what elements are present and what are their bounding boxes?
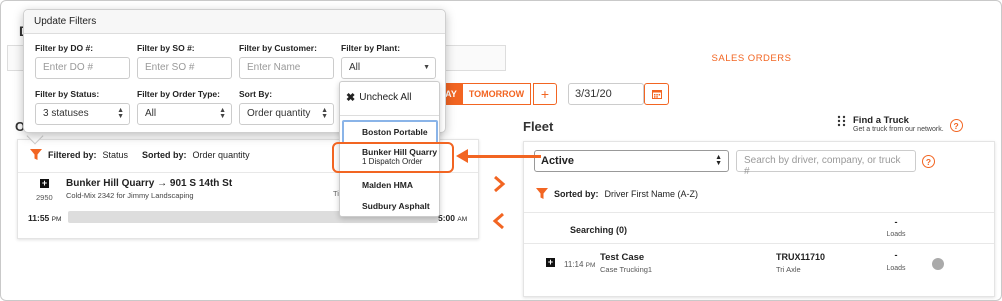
truck-time: 11:14 PM	[564, 260, 595, 269]
grid-icon	[837, 115, 846, 127]
plant-filter-value: All	[349, 62, 361, 73]
customer-filter-label: Filter by Customer:	[239, 43, 317, 53]
searching-loads-label: Loads	[886, 231, 906, 238]
order-number: 2950	[36, 193, 53, 202]
uncheck-all-label: Uncheck All	[359, 92, 412, 103]
caret-down-icon: ▼	[423, 64, 430, 71]
filter-icon[interactable]	[536, 188, 548, 200]
fleet-help-icon[interactable]: ?	[922, 155, 935, 168]
select-arrows-icon: ▲ ▼	[219, 107, 226, 120]
driver-company: Case Trucking1	[600, 265, 653, 274]
customer-filter-input[interactable]: Enter Name	[239, 57, 334, 79]
fleet-sorted-by-value: Driver First Name (A-Z)	[604, 189, 699, 199]
order-end-time: 5:00 AM	[438, 213, 467, 223]
fleet-status-value: Active	[541, 155, 575, 167]
tab-sales-orders[interactable]: SALES ORDERS	[505, 45, 997, 71]
calendar-button[interactable]	[644, 83, 669, 105]
filtered-by-label: Filtered by:	[48, 150, 97, 160]
so-filter: Filter by SO #: Enter SO #	[137, 43, 232, 79]
close-icon: ✖	[346, 92, 356, 104]
calendar-icon	[651, 90, 662, 99]
find-truck-title: Find a Truck	[853, 115, 909, 126]
expand-icon[interactable]: +	[40, 179, 49, 188]
date-input[interactable]: 3/31/20	[568, 83, 644, 105]
driver-name: Test Case	[600, 252, 645, 263]
truck-loads-count: -	[894, 250, 898, 260]
help-icon[interactable]: ?	[949, 119, 963, 132]
searching-loads-count: -	[894, 217, 898, 227]
add-day-button[interactable]: +	[533, 83, 557, 105]
filter-icon[interactable]	[30, 149, 42, 161]
do-filter: Filter by DO #: Enter DO #	[35, 43, 130, 79]
find-truck-link[interactable]: Find a Truck Get a truck from our networ…	[837, 115, 963, 133]
order-start-time: 11:55 PM	[28, 213, 61, 223]
order-type-filter: Filter by Order Type: All ▲ ▼	[137, 89, 232, 125]
start-time-value: 11:55	[28, 213, 50, 223]
plant-filter-label: Filter by Plant:	[341, 43, 401, 53]
order-title: Bunker Hill Quarry → 901 S 14th St	[66, 178, 233, 189]
truck-row[interactable]: + 11:14 PM Test Case Case Trucking1 TRUX…	[524, 246, 994, 286]
so-filter-label: Filter by SO #:	[137, 43, 195, 53]
fleet-sort-summary: Sorted by: Driver First Name (A-Z)	[536, 188, 698, 200]
truck-type: Tri Axle	[776, 265, 801, 274]
order-subtitle: Cold-Mix 2342 for Jimmy Landscaping	[66, 191, 194, 200]
truck-number: TRUX11710	[776, 252, 826, 262]
end-time-ampm: AM	[457, 216, 468, 223]
fleet-title: Fleet	[523, 119, 554, 134]
app-window: D SALES ORDERS AY TOMORROW + 3/31/20 O F…	[0, 0, 1002, 301]
sort-filter-label: Sort By:	[239, 89, 273, 99]
sort-filter-select[interactable]: Order quantity ▲ ▼	[239, 103, 334, 125]
expand-icon[interactable]: +	[546, 258, 555, 267]
truck-time-ampm: PM	[585, 262, 596, 269]
do-filter-label: Filter by DO #:	[35, 43, 94, 53]
highlight-callout	[332, 142, 454, 173]
start-time-ampm: PM	[51, 216, 62, 223]
fleet-panel: Active ▲ ▼ Search by driver, company, or …	[523, 141, 995, 297]
plant-filter-select[interactable]: All ▼	[341, 57, 436, 79]
annotation-arrow-head	[456, 149, 468, 163]
chevron-left-icon[interactable]	[489, 211, 509, 231]
chevron-right-icon[interactable]	[489, 174, 509, 194]
order-type-filter-value: All	[145, 108, 157, 119]
plant-filter: Filter by Plant: All ▼	[341, 43, 436, 79]
tomorrow-button[interactable]: TOMORROW	[463, 83, 531, 105]
day-toggle: AY TOMORROW +	[439, 83, 557, 105]
status-filter-label: Filter by Status:	[35, 89, 100, 99]
plant-option-malden-hma[interactable]: Malden HMA	[340, 180, 441, 190]
uncheck-all-option[interactable]: ✖ Uncheck All	[346, 91, 411, 104]
so-filter-input[interactable]: Enter SO #	[137, 57, 232, 79]
status-filter: Filter by Status: 3 statuses ▲ ▼	[35, 89, 130, 125]
sorted-by-value: Order quantity	[192, 150, 250, 160]
customer-filter: Filter by Customer: Enter Name	[239, 43, 334, 79]
status-dot	[932, 258, 944, 270]
select-arrows-icon: ▲ ▼	[117, 107, 124, 120]
find-truck-text: Find a Truck Get a truck from our networ…	[853, 115, 944, 133]
searching-label: Searching (0)	[570, 225, 628, 235]
do-filter-input[interactable]: Enter DO #	[35, 57, 130, 79]
annotation-arrow-line	[466, 155, 541, 158]
truck-loads-label: Loads	[886, 265, 906, 272]
select-arrows-icon: ▲ ▼	[321, 107, 328, 120]
sort-filter: Sort By: Order quantity ▲ ▼	[239, 89, 334, 125]
plant-option-sudbury-asphalt[interactable]: Sudbury Asphalt	[340, 201, 441, 211]
sorted-by-label: Sorted by:	[142, 150, 187, 160]
filtered-by-value: Status	[102, 150, 129, 160]
fleet-sorted-by-label: Sorted by:	[554, 189, 599, 199]
fleet-status-select[interactable]: Active ▲ ▼	[534, 150, 729, 172]
searching-group[interactable]: Searching (0) - Loads	[524, 212, 994, 244]
select-arrows-icon: ▲ ▼	[715, 154, 722, 167]
dropdown-divider	[340, 115, 439, 116]
end-time-value: 5:00	[438, 213, 456, 223]
sort-filter-value: Order quantity	[247, 108, 311, 119]
popup-title: Update Filters	[24, 10, 445, 34]
plant-option-boston-portable[interactable]: Boston Portable	[340, 127, 441, 137]
status-filter-select[interactable]: 3 statuses ▲ ▼	[35, 103, 130, 125]
status-filter-value: 3 statuses	[43, 108, 89, 119]
order-type-filter-label: Filter by Order Type:	[137, 89, 220, 99]
orders-filter-summary: Filtered by: Status Sorted by: Order qua…	[30, 149, 250, 161]
truck-time-value: 11:14	[564, 260, 584, 269]
fleet-search-input[interactable]: Search by driver, company, or truck #	[736, 150, 916, 177]
find-truck-subtitle: Get a truck from our network.	[853, 126, 944, 133]
order-type-filter-select[interactable]: All ▲ ▼	[137, 103, 232, 125]
